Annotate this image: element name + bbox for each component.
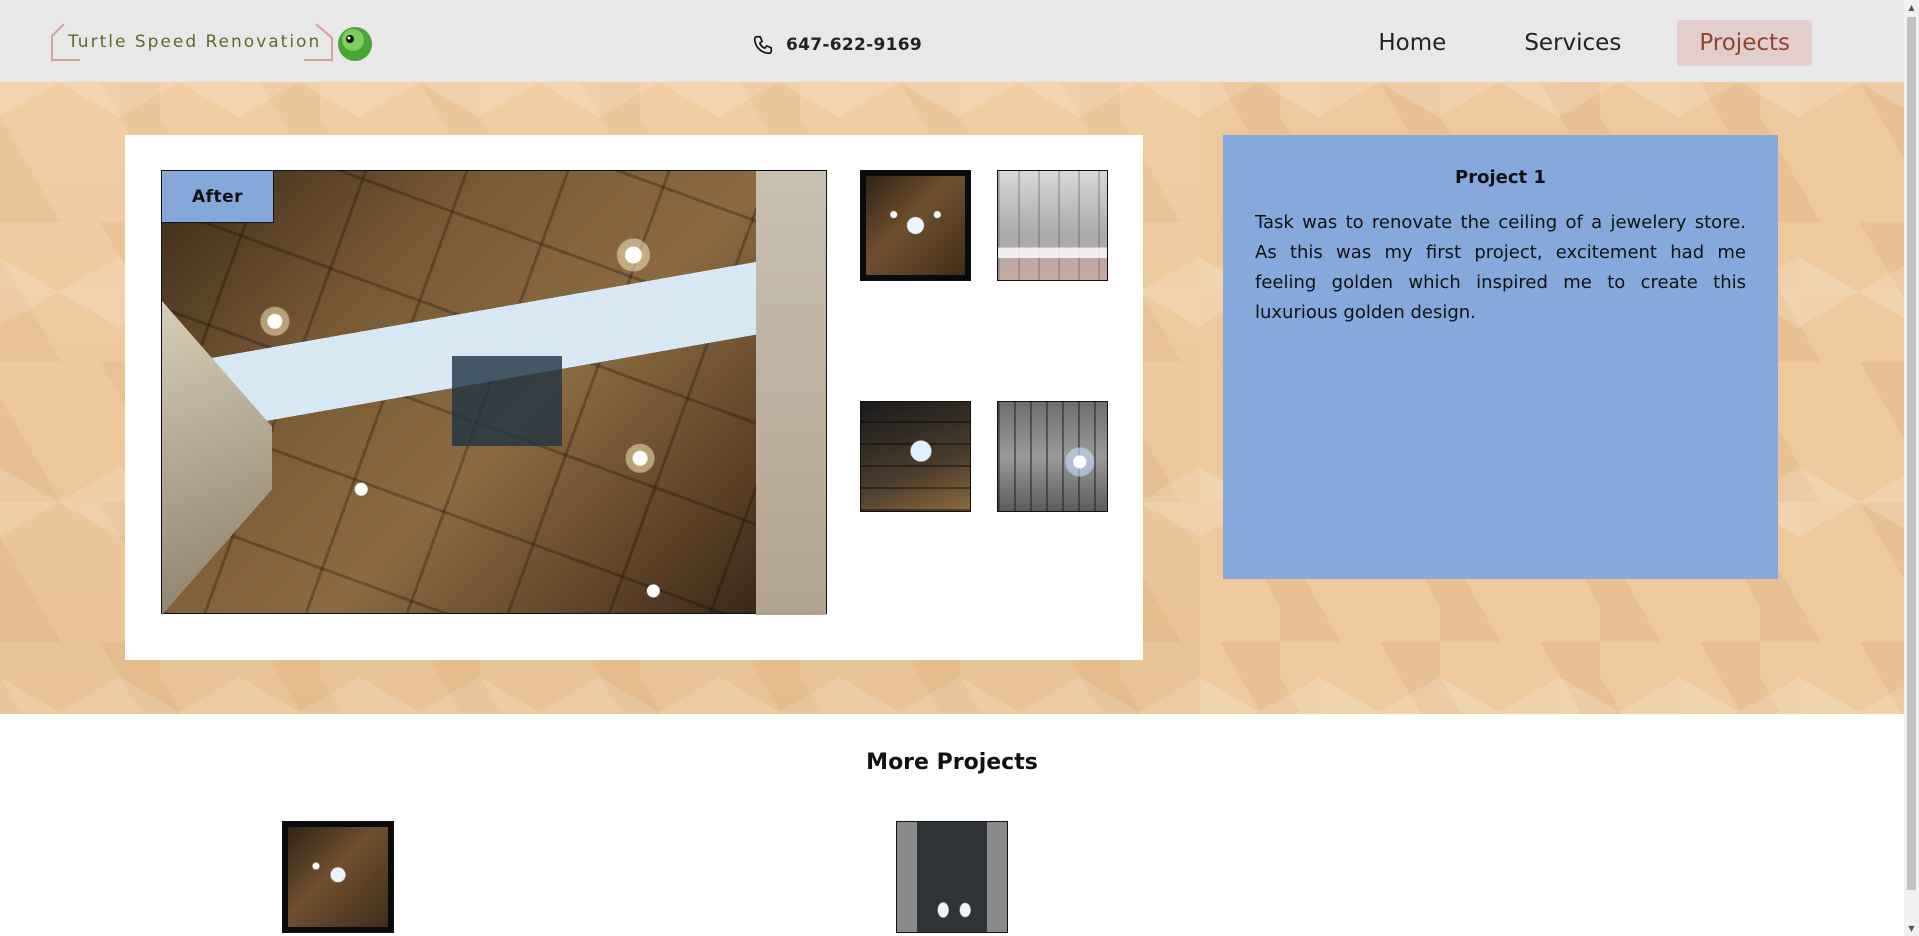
gallery-thumbnail-2[interactable] — [997, 170, 1108, 281]
photo-detail — [756, 171, 826, 615]
project-description: Task was to renovate the ceiling of a je… — [1255, 212, 1746, 323]
scrollbar-thumb[interactable] — [1907, 17, 1916, 890]
brand-logo[interactable]: Turtle Speed Renovation — [50, 22, 380, 66]
main-nav: Home Services Projects — [1356, 20, 1812, 66]
photo-detail — [452, 356, 562, 446]
more-projects-heading: More Projects — [866, 750, 1038, 775]
more-project-thumbnail-2[interactable] — [896, 821, 1008, 933]
main-project-photo[interactable]: After — [161, 170, 827, 615]
nav-services[interactable]: Services — [1502, 20, 1643, 66]
brand-name: Turtle Speed Renovation — [68, 32, 322, 52]
after-badge: After — [162, 171, 274, 223]
gallery-thumbnail-3[interactable] — [860, 401, 971, 512]
photo-detail — [162, 301, 272, 615]
phone-icon — [753, 35, 773, 55]
nav-projects[interactable]: Projects — [1677, 20, 1812, 66]
project-hero: After Project 1 Task was to renovate the… — [0, 82, 1904, 714]
scroll-up-icon[interactable]: ▲ — [1904, 0, 1919, 15]
phone-number[interactable]: 647-622-9169 — [786, 35, 922, 55]
nav-home[interactable]: Home — [1356, 20, 1468, 66]
gallery-card: After — [125, 135, 1143, 660]
project-title: Project 1 — [1455, 167, 1546, 188]
project-info-card: Project 1 Task was to renovate the ceili… — [1223, 135, 1778, 579]
phone-contact[interactable]: 647-622-9169 — [752, 34, 922, 56]
site-header: Turtle Speed Renovation 647-622-9169 Hom… — [0, 0, 1904, 82]
more-project-thumbnail-1[interactable] — [282, 821, 394, 933]
vertical-scrollbar[interactable]: ▲ ▼ — [1904, 0, 1919, 936]
scroll-down-icon[interactable]: ▼ — [1904, 921, 1919, 936]
gallery-thumbnail-1[interactable] — [860, 170, 971, 281]
gallery-thumbnail-4[interactable] — [997, 401, 1108, 512]
